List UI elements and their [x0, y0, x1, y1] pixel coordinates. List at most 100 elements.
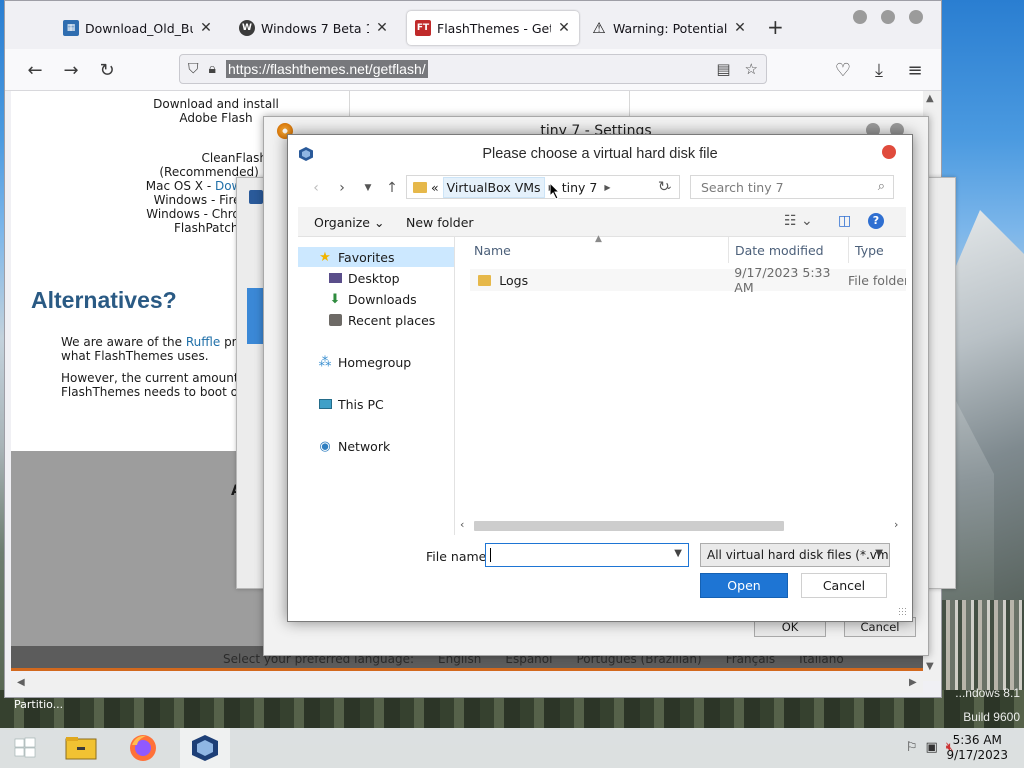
- column-header-date[interactable]: Date modified: [735, 243, 824, 258]
- file-date: 9/17/2023 5:33 AM: [734, 265, 831, 295]
- forward-button[interactable]: →: [59, 58, 83, 82]
- reload-button[interactable]: ↻: [95, 58, 119, 82]
- up-folder-button[interactable]: ↑: [382, 178, 402, 198]
- dialog-close-button[interactable]: [882, 145, 896, 159]
- open-button[interactable]: Open: [700, 573, 788, 598]
- column-header-name[interactable]: Name: [474, 243, 511, 258]
- computer-icon: [318, 397, 332, 411]
- scroll-up-icon[interactable]: ▲: [926, 93, 934, 104]
- pocket-icon[interactable]: ♡: [831, 58, 855, 82]
- taskbar-file-explorer[interactable]: [56, 728, 106, 768]
- file-name: Logs: [499, 272, 529, 288]
- tab-flashthemes[interactable]: FT FlashThemes - Get Fla ✕: [407, 11, 579, 45]
- network-icon[interactable]: ▣: [926, 740, 938, 755]
- download-arrow-icon: ⬇: [329, 291, 341, 307]
- close-icon[interactable]: ✕: [557, 20, 571, 36]
- network-globe-icon: ◉: [319, 438, 331, 454]
- column-divider[interactable]: [848, 237, 849, 263]
- accent-line: [11, 668, 923, 671]
- nav-this-pc[interactable]: This PC: [298, 394, 454, 414]
- url-text[interactable]: https://flashthemes.net/getflash/: [225, 60, 428, 78]
- desktop-icon: [328, 271, 342, 285]
- tab-windows-7-beta[interactable]: W Windows 7 Beta 1 7000 ✕: [231, 11, 397, 45]
- scroll-right-icon[interactable]: ▶: [909, 677, 917, 688]
- column-header-type[interactable]: Type: [855, 243, 884, 258]
- virtualbox-icon: [249, 190, 263, 204]
- organize-button[interactable]: Organize ⌄: [314, 215, 384, 230]
- nav-network[interactable]: ◉ Network: [298, 436, 454, 456]
- resize-grip[interactable]: [898, 607, 906, 615]
- cancel-button[interactable]: Cancel: [801, 573, 887, 598]
- chevron-down-icon[interactable]: ▼: [875, 548, 883, 559]
- chevron-right-icon[interactable]: ▶: [604, 183, 610, 192]
- firefox-icon: [130, 735, 156, 761]
- minimize-button[interactable]: [853, 10, 867, 24]
- breadcrumb-virtualbox-vms[interactable]: VirtualBox VMs: [442, 176, 545, 198]
- nav-homegroup[interactable]: ⁂ Homegroup: [298, 352, 454, 372]
- breadcrumb-overflow[interactable]: «: [431, 180, 439, 195]
- search-input[interactable]: Search tiny 7 ⌕: [690, 175, 894, 199]
- tab-label: Windows 7 Beta 1 7000: [261, 20, 369, 36]
- preview-pane-icon[interactable]: ◫: [838, 213, 851, 229]
- recent-places-icon: [328, 313, 342, 327]
- reader-view-icon[interactable]: ▤: [716, 60, 730, 78]
- close-icon[interactable]: ✕: [733, 20, 747, 36]
- clock-time: 5:36 AM: [952, 733, 1002, 747]
- ruffle-link[interactable]: Ruffle: [186, 335, 220, 349]
- list-item[interactable]: Logs 9/17/2023 5:33 AM File folder: [470, 265, 906, 295]
- bookmark-star-icon[interactable]: ☆: [745, 60, 758, 78]
- chevron-down-icon[interactable]: ▼: [674, 548, 682, 559]
- refresh-icon[interactable]: ↻: [658, 179, 670, 195]
- scroll-right-icon[interactable]: ›: [894, 518, 898, 531]
- help-icon[interactable]: ?: [868, 213, 884, 229]
- nav-favorites[interactable]: ★ Favorites: [298, 247, 454, 267]
- tab-download-old-builds[interactable]: ▦ Download_Old_Builds ✕: [55, 11, 221, 45]
- scroll-down-icon[interactable]: ▼: [926, 661, 934, 672]
- nav-downloads[interactable]: ⬇ Downloads: [298, 289, 454, 309]
- close-icon[interactable]: ✕: [375, 20, 389, 36]
- new-tab-button[interactable]: +: [767, 15, 784, 39]
- back-button[interactable]: ‹: [306, 178, 326, 198]
- recent-locations-dropdown[interactable]: ▼: [358, 178, 378, 198]
- scroll-left-icon[interactable]: ◀: [17, 677, 25, 688]
- taskbar-firefox[interactable]: [118, 728, 168, 768]
- taskbar: ⚐ ▣ 🔇︎ 5:36 AM 9/17/2023: [0, 728, 1024, 768]
- breadcrumb-tiny-7[interactable]: tiny 7: [559, 178, 601, 197]
- nav-recent-places[interactable]: Recent places: [298, 310, 454, 330]
- downloads-icon[interactable]: ⤓: [867, 58, 891, 82]
- file-name-input[interactable]: ▼: [485, 543, 689, 567]
- shield-icon[interactable]: ⛉: [188, 61, 199, 77]
- flag-icon[interactable]: ⚐: [906, 740, 918, 755]
- nav-desktop[interactable]: Desktop: [298, 268, 454, 288]
- link-cleanflash[interactable]: CleanFlash (Recommended) -: [107, 151, 267, 179]
- scroll-left-icon[interactable]: ‹: [460, 518, 464, 531]
- maximize-button[interactable]: [881, 10, 895, 24]
- scroll-thumb[interactable]: [474, 521, 784, 531]
- view-options-icon[interactable]: ☷ ⌄: [784, 213, 813, 229]
- page-horizontal-scrollbar[interactable]: ◀ ▶: [11, 675, 923, 693]
- tab-label: Warning: Potential Sec: [613, 20, 727, 36]
- breadcrumb[interactable]: « VirtualBox VMs ▶ tiny 7 ▶ ⌄: [406, 175, 680, 199]
- search-placeholder: Search tiny 7: [701, 179, 784, 195]
- clock-date: 9/17/2023: [946, 748, 1008, 762]
- column-divider[interactable]: [728, 237, 729, 263]
- new-folder-button[interactable]: New folder: [406, 215, 474, 230]
- close-window-button[interactable]: [909, 10, 923, 24]
- file-type-filter-select[interactable]: All virtual hard disk files (*.vmd ▼: [700, 543, 890, 567]
- taskbar-virtualbox[interactable]: [180, 728, 230, 768]
- dialog-titlebar[interactable]: Please choose a virtual hard disk file: [288, 135, 912, 171]
- tab-warning[interactable]: ⚠ Warning: Potential Sec ✕: [583, 11, 755, 45]
- taskbar-clock[interactable]: 5:36 AM 9/17/2023: [946, 733, 1008, 763]
- back-button[interactable]: ←: [23, 58, 47, 82]
- folder-icon: [478, 274, 492, 286]
- start-button[interactable]: [0, 728, 50, 768]
- file-list-horizontal-scrollbar[interactable]: ‹ ›: [456, 517, 906, 535]
- menu-icon[interactable]: ≡: [903, 58, 927, 82]
- flashthemes-icon: FT: [415, 20, 431, 36]
- forward-button[interactable]: ›: [332, 178, 352, 198]
- alternatives-paragraph-1: We are aware of the Ruffle proj what Fla…: [61, 335, 248, 363]
- mouse-cursor-icon: [550, 183, 560, 199]
- lock-icon[interactable]: 🔒︎: [209, 61, 216, 77]
- close-icon[interactable]: ✕: [199, 20, 213, 36]
- url-bar[interactable]: ⛉ 🔒︎ https://flashthemes.net/getflash/ ▤…: [179, 54, 767, 84]
